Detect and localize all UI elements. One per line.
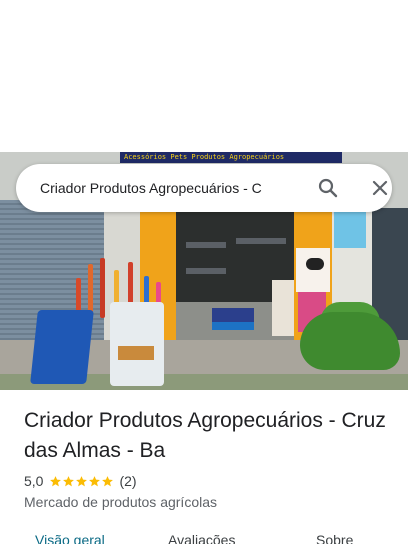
star-icon <box>50 475 62 486</box>
blank-area <box>0 0 408 152</box>
store-sign: Acessórios Pets Produtos Agropecuários <box>120 152 342 163</box>
star-icon <box>89 475 101 486</box>
photo-bush <box>300 312 400 370</box>
search-input[interactable]: Criador Produtos Agropecuários - C <box>40 164 304 212</box>
photo-tool <box>100 258 105 318</box>
star-icon <box>76 475 88 486</box>
photo-product-box <box>212 322 254 330</box>
close-icon[interactable] <box>368 176 392 200</box>
photo-shelf <box>186 268 226 274</box>
search-bar[interactable]: Criador Produtos Agropecuários - C <box>16 164 392 212</box>
place-category[interactable]: Mercado de produtos agrícolas <box>24 492 217 512</box>
rating-row[interactable]: 5,0 (2) <box>24 471 137 491</box>
rating-stars <box>49 475 114 488</box>
place-tabs: Visão geral Avaliações Sobre <box>0 528 408 544</box>
tab-overview[interactable]: Visão geral <box>35 528 105 544</box>
photo-cow-poster <box>296 248 330 292</box>
photo-blue-sack <box>30 310 94 384</box>
photo-shelf <box>186 242 226 248</box>
place-title: Criador Produtos Agropecuários - Cruz da… <box>24 409 386 462</box>
review-count[interactable]: (2) <box>119 473 136 489</box>
star-icon <box>102 475 114 486</box>
search-icon[interactable] <box>316 176 340 200</box>
tab-about[interactable]: Sobre <box>316 528 353 544</box>
tab-reviews[interactable]: Avaliações <box>168 528 235 544</box>
photo-white-sack <box>110 302 164 386</box>
photo-shelf <box>236 238 286 244</box>
photo-blue-poster <box>334 212 366 248</box>
star-icon <box>63 475 75 486</box>
store-sign-text: Acessórios Pets Produtos Agropecuários <box>124 153 285 161</box>
photo-bag-stack <box>272 280 294 336</box>
rating-value: 5,0 <box>24 473 44 489</box>
